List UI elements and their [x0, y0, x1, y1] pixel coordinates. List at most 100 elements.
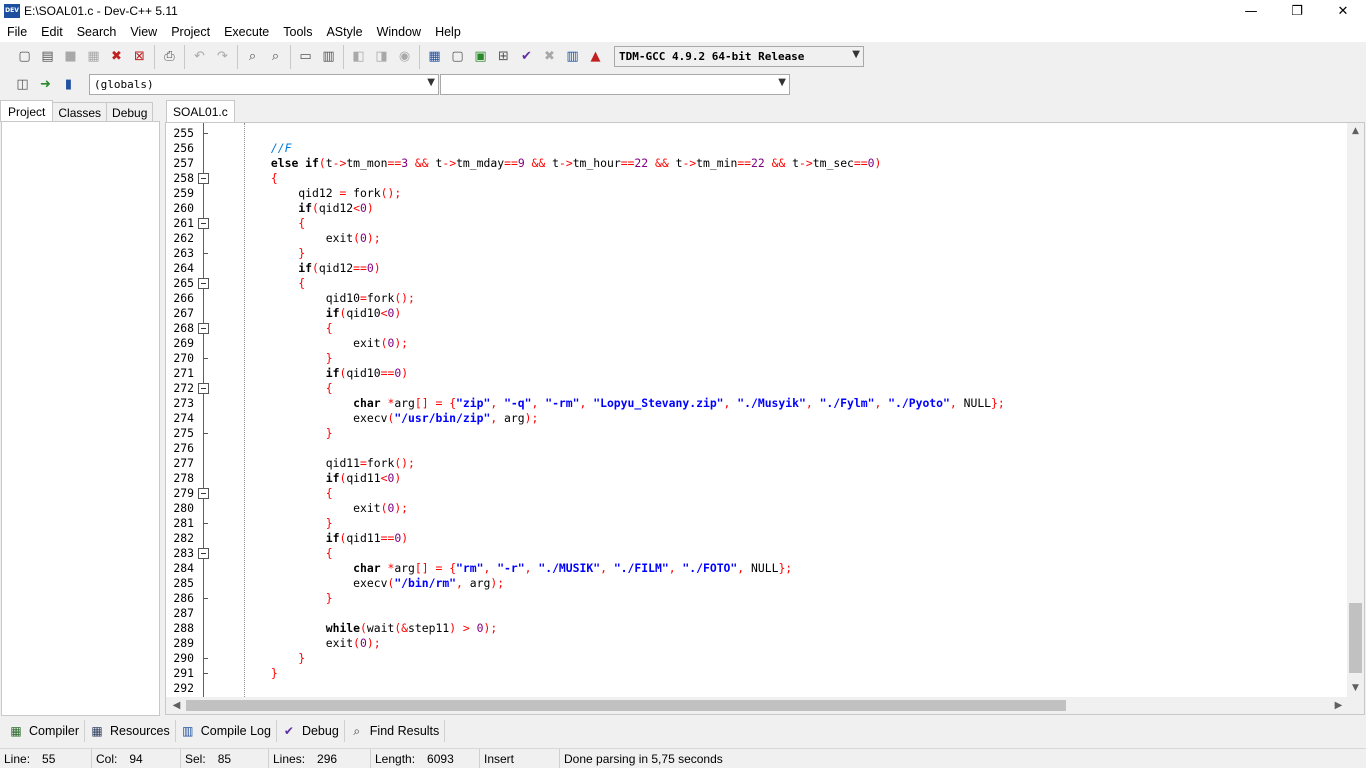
code-line[interactable]: qid10=fork();: [216, 291, 415, 306]
tab-compiler[interactable]: ▦ Compiler: [4, 720, 86, 742]
print-icon[interactable]: ⎙: [158, 46, 181, 68]
code-line[interactable]: }: [216, 426, 333, 441]
code-line[interactable]: qid12 = fork();: [216, 186, 401, 201]
code-line[interactable]: {: [216, 276, 305, 291]
close-button[interactable]: ✕: [1320, 0, 1366, 22]
horizontal-scrollbar[interactable]: ◀ ▶: [166, 697, 1364, 714]
profile-icon[interactable]: ▥: [561, 46, 584, 68]
tab-project[interactable]: Project: [0, 100, 54, 122]
compile-icon[interactable]: ▦: [423, 46, 446, 68]
code-line[interactable]: //F: [216, 141, 292, 156]
code-line[interactable]: {: [216, 171, 278, 186]
project-browser[interactable]: [1, 121, 160, 716]
code-line[interactable]: {: [216, 381, 333, 396]
run-icon[interactable]: ▢: [446, 46, 469, 68]
tab-debug[interactable]: Debug: [106, 102, 154, 122]
scroll-left-icon[interactable]: ◀: [168, 697, 185, 714]
scroll-up-icon[interactable]: ▲: [1347, 123, 1364, 140]
menu-execute[interactable]: Execute: [217, 25, 276, 39]
delete-profile-icon[interactable]: ▲: [584, 46, 607, 68]
member-select[interactable]: ▼: [440, 74, 790, 95]
menu-astyle[interactable]: AStyle: [319, 25, 369, 39]
menu-search[interactable]: Search: [70, 25, 124, 39]
goto-line-icon[interactable]: ▭: [294, 46, 317, 68]
code-line[interactable]: }: [216, 351, 333, 366]
code-line[interactable]: if(qid12==0): [216, 261, 380, 276]
fold-toggle-icon[interactable]: [198, 323, 209, 334]
code-line[interactable]: if(qid12<0): [216, 201, 373, 216]
find-icon[interactable]: ⌕: [241, 46, 264, 68]
code-line[interactable]: exit(0);: [216, 231, 381, 246]
tab-soal01-c[interactable]: SOAL01.c: [166, 100, 235, 122]
minimize-button[interactable]: —: [1228, 0, 1274, 22]
remove-from-project-icon[interactable]: ◨: [370, 46, 393, 68]
save-all-icon[interactable]: ▦: [82, 46, 105, 68]
code-line[interactable]: while(wait(&step11) > 0);: [216, 621, 497, 636]
menu-tools[interactable]: Tools: [276, 25, 319, 39]
replace-icon[interactable]: ⌕: [264, 46, 287, 68]
horizontal-scroll-thumb[interactable]: [186, 700, 1066, 711]
rebuild-all-icon[interactable]: ⊞: [492, 46, 515, 68]
syntax-check-icon[interactable]: ✔: [515, 46, 538, 68]
tab-compile-log[interactable]: ▥ Compile Log: [176, 720, 277, 742]
restore-button[interactable]: ❐: [1274, 0, 1320, 22]
tab-resources[interactable]: ▦ Resources: [85, 720, 176, 742]
goto-definition-icon[interactable]: ▮: [57, 74, 80, 96]
code-line[interactable]: {: [216, 546, 333, 561]
code-line[interactable]: else if(t->tm_mon==3 && t->tm_mday==9 &&…: [216, 156, 881, 171]
code-line[interactable]: if(qid10==0): [216, 366, 408, 381]
menu-project[interactable]: Project: [164, 25, 217, 39]
redo-icon[interactable]: ↷: [211, 46, 234, 68]
tab-find-results[interactable]: ⌕ Find Results: [345, 720, 446, 742]
code-line[interactable]: exit(0);: [216, 501, 408, 516]
tab-classes[interactable]: Classes: [52, 102, 108, 122]
code-area[interactable]: //F else if(t->tm_mon==3 && t->tm_mday==…: [216, 123, 1346, 697]
tab-debug-output[interactable]: ✔ Debug: [277, 720, 345, 742]
open-file-icon[interactable]: ▤: [36, 46, 59, 68]
project-options-icon[interactable]: ◉: [393, 46, 416, 68]
fold-toggle-icon[interactable]: [198, 173, 209, 184]
code-line[interactable]: char *arg[] = {"rm", "-r", "./MUSIK", ".…: [216, 561, 792, 576]
code-line[interactable]: }: [216, 591, 333, 606]
close-file-icon[interactable]: ✖: [105, 46, 128, 68]
menu-edit[interactable]: Edit: [34, 25, 70, 39]
code-line[interactable]: {: [216, 216, 305, 231]
code-line[interactable]: {: [216, 321, 333, 336]
code-line[interactable]: execv("/usr/bin/zip", arg);: [216, 411, 538, 426]
fold-toggle-icon[interactable]: [198, 383, 209, 394]
menu-help[interactable]: Help: [428, 25, 468, 39]
scope-select[interactable]: (globals) ▼: [89, 74, 439, 95]
goto-declaration-icon[interactable]: ➜: [34, 74, 57, 96]
code-line[interactable]: }: [216, 516, 333, 531]
fold-toggle-icon[interactable]: [198, 278, 209, 289]
clean-icon[interactable]: ✖: [538, 46, 561, 68]
add-to-project-icon[interactable]: ◧: [347, 46, 370, 68]
menu-view[interactable]: View: [123, 25, 164, 39]
code-line[interactable]: {: [216, 486, 333, 501]
vertical-scrollbar[interactable]: ▲ ▼: [1347, 123, 1364, 697]
vertical-scroll-thumb[interactable]: [1349, 603, 1362, 673]
menu-window[interactable]: Window: [370, 25, 428, 39]
code-line[interactable]: qid11=fork();: [216, 456, 415, 471]
code-line[interactable]: }: [216, 666, 278, 681]
menu-file[interactable]: File: [0, 25, 34, 39]
undo-icon[interactable]: ↶: [188, 46, 211, 68]
scroll-down-icon[interactable]: ▼: [1347, 680, 1364, 697]
close-all-icon[interactable]: ⊠: [128, 46, 151, 68]
goto-bookmark-icon[interactable]: ▥: [317, 46, 340, 68]
code-line[interactable]: execv("/bin/rm", arg);: [216, 576, 504, 591]
code-line[interactable]: }: [216, 651, 305, 666]
code-line[interactable]: exit(0);: [216, 636, 381, 651]
code-line[interactable]: char *arg[] = {"zip", "-q", "-rm", "Lopy…: [216, 396, 1005, 411]
fold-toggle-icon[interactable]: [198, 488, 209, 499]
code-line[interactable]: }: [216, 246, 305, 261]
compiler-select[interactable]: TDM-GCC 4.9.2 64-bit Release ▼: [614, 46, 864, 67]
insert-icon[interactable]: ◫: [11, 74, 34, 96]
code-line[interactable]: if(qid11<0): [216, 471, 401, 486]
code-line[interactable]: if(qid11==0): [216, 531, 408, 546]
fold-toggle-icon[interactable]: [198, 548, 209, 559]
code-editor[interactable]: 255 256 257 258 259 260 261 262 263 264 265 266 267 2…: [165, 122, 1365, 715]
code-line[interactable]: exit(0);: [216, 336, 408, 351]
code-line[interactable]: if(qid10<0): [216, 306, 401, 321]
scroll-right-icon[interactable]: ▶: [1330, 697, 1347, 714]
